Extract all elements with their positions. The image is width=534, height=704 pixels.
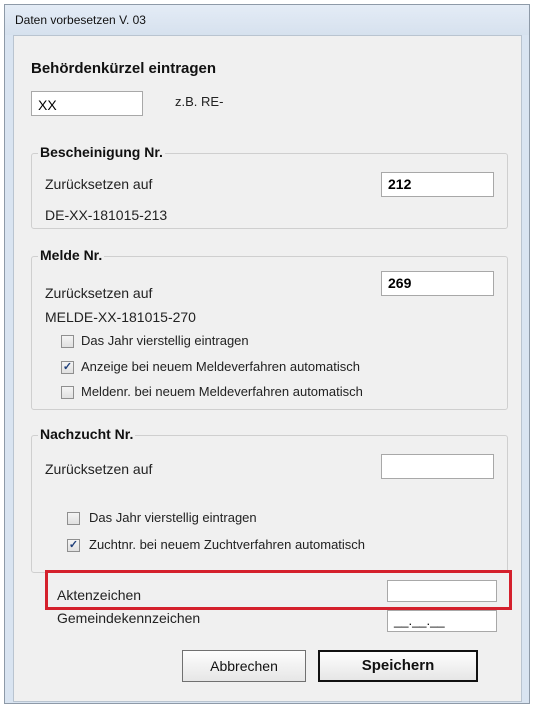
- report-year-checkbox[interactable]: [61, 335, 74, 348]
- authority-example: z.B. RE-: [175, 94, 224, 109]
- report-auto-number-label: Meldenr. bei neuem Meldeverfahren automa…: [81, 384, 363, 399]
- breeding-reset-label: Zurücksetzen auf: [45, 461, 153, 477]
- report-preview: MELDE-XX-181015-270: [45, 309, 196, 325]
- cancel-button[interactable]: Abbrechen: [182, 650, 306, 682]
- authority-heading: Behördenkürzel eintragen: [31, 60, 217, 77]
- breeding-auto-number-label: Zuchtnr. bei neuem Zuchtverfahren automa…: [89, 537, 366, 552]
- dialog-window: Daten vorbesetzen V. 03 Behördenkürzel e…: [4, 4, 530, 704]
- report-auto-display-label: Anzeige bei neuem Meldeverfahren automat…: [81, 359, 360, 374]
- title-bar[interactable]: Daten vorbesetzen V. 03: [5, 5, 529, 35]
- report-reset-label: Zurücksetzen auf: [45, 285, 153, 301]
- report-reset-input[interactable]: 269: [381, 271, 494, 296]
- authority-input[interactable]: XX: [31, 91, 143, 116]
- breeding-year-checkbox[interactable]: [67, 512, 80, 525]
- report-group-title: Melde Nr.: [38, 247, 105, 263]
- file-reference-input[interactable]: [387, 580, 497, 602]
- breeding-year-label: Das Jahr vierstellig eintragen: [89, 510, 257, 525]
- breeding-auto-number-checkbox[interactable]: ✓: [67, 539, 80, 552]
- report-auto-number-checkbox[interactable]: [61, 386, 74, 399]
- certificate-preview: DE-XX-181015-213: [45, 207, 168, 223]
- report-auto-display-checkbox[interactable]: ✓: [61, 361, 74, 374]
- file-reference-label: Aktenzeichen: [57, 587, 142, 603]
- municipality-input[interactable]: __.__.__: [387, 610, 497, 632]
- report-year-label: Das Jahr vierstellig eintragen: [81, 333, 249, 348]
- breeding-group-title: Nachzucht Nr.: [38, 426, 136, 442]
- breeding-reset-input[interactable]: [381, 454, 494, 479]
- certificate-group-title: Bescheinigung Nr.: [38, 144, 165, 160]
- municipality-label: Gemeindekennzeichen: [57, 610, 201, 626]
- save-button[interactable]: Speichern: [318, 650, 478, 682]
- dialog-client-area: Behördenkürzel eintragen XX z.B. RE- Bes…: [13, 35, 522, 702]
- window-title: Daten vorbesetzen V. 03: [15, 13, 146, 27]
- certificate-reset-input[interactable]: 212: [381, 172, 494, 197]
- certificate-reset-label: Zurücksetzen auf: [45, 176, 153, 192]
